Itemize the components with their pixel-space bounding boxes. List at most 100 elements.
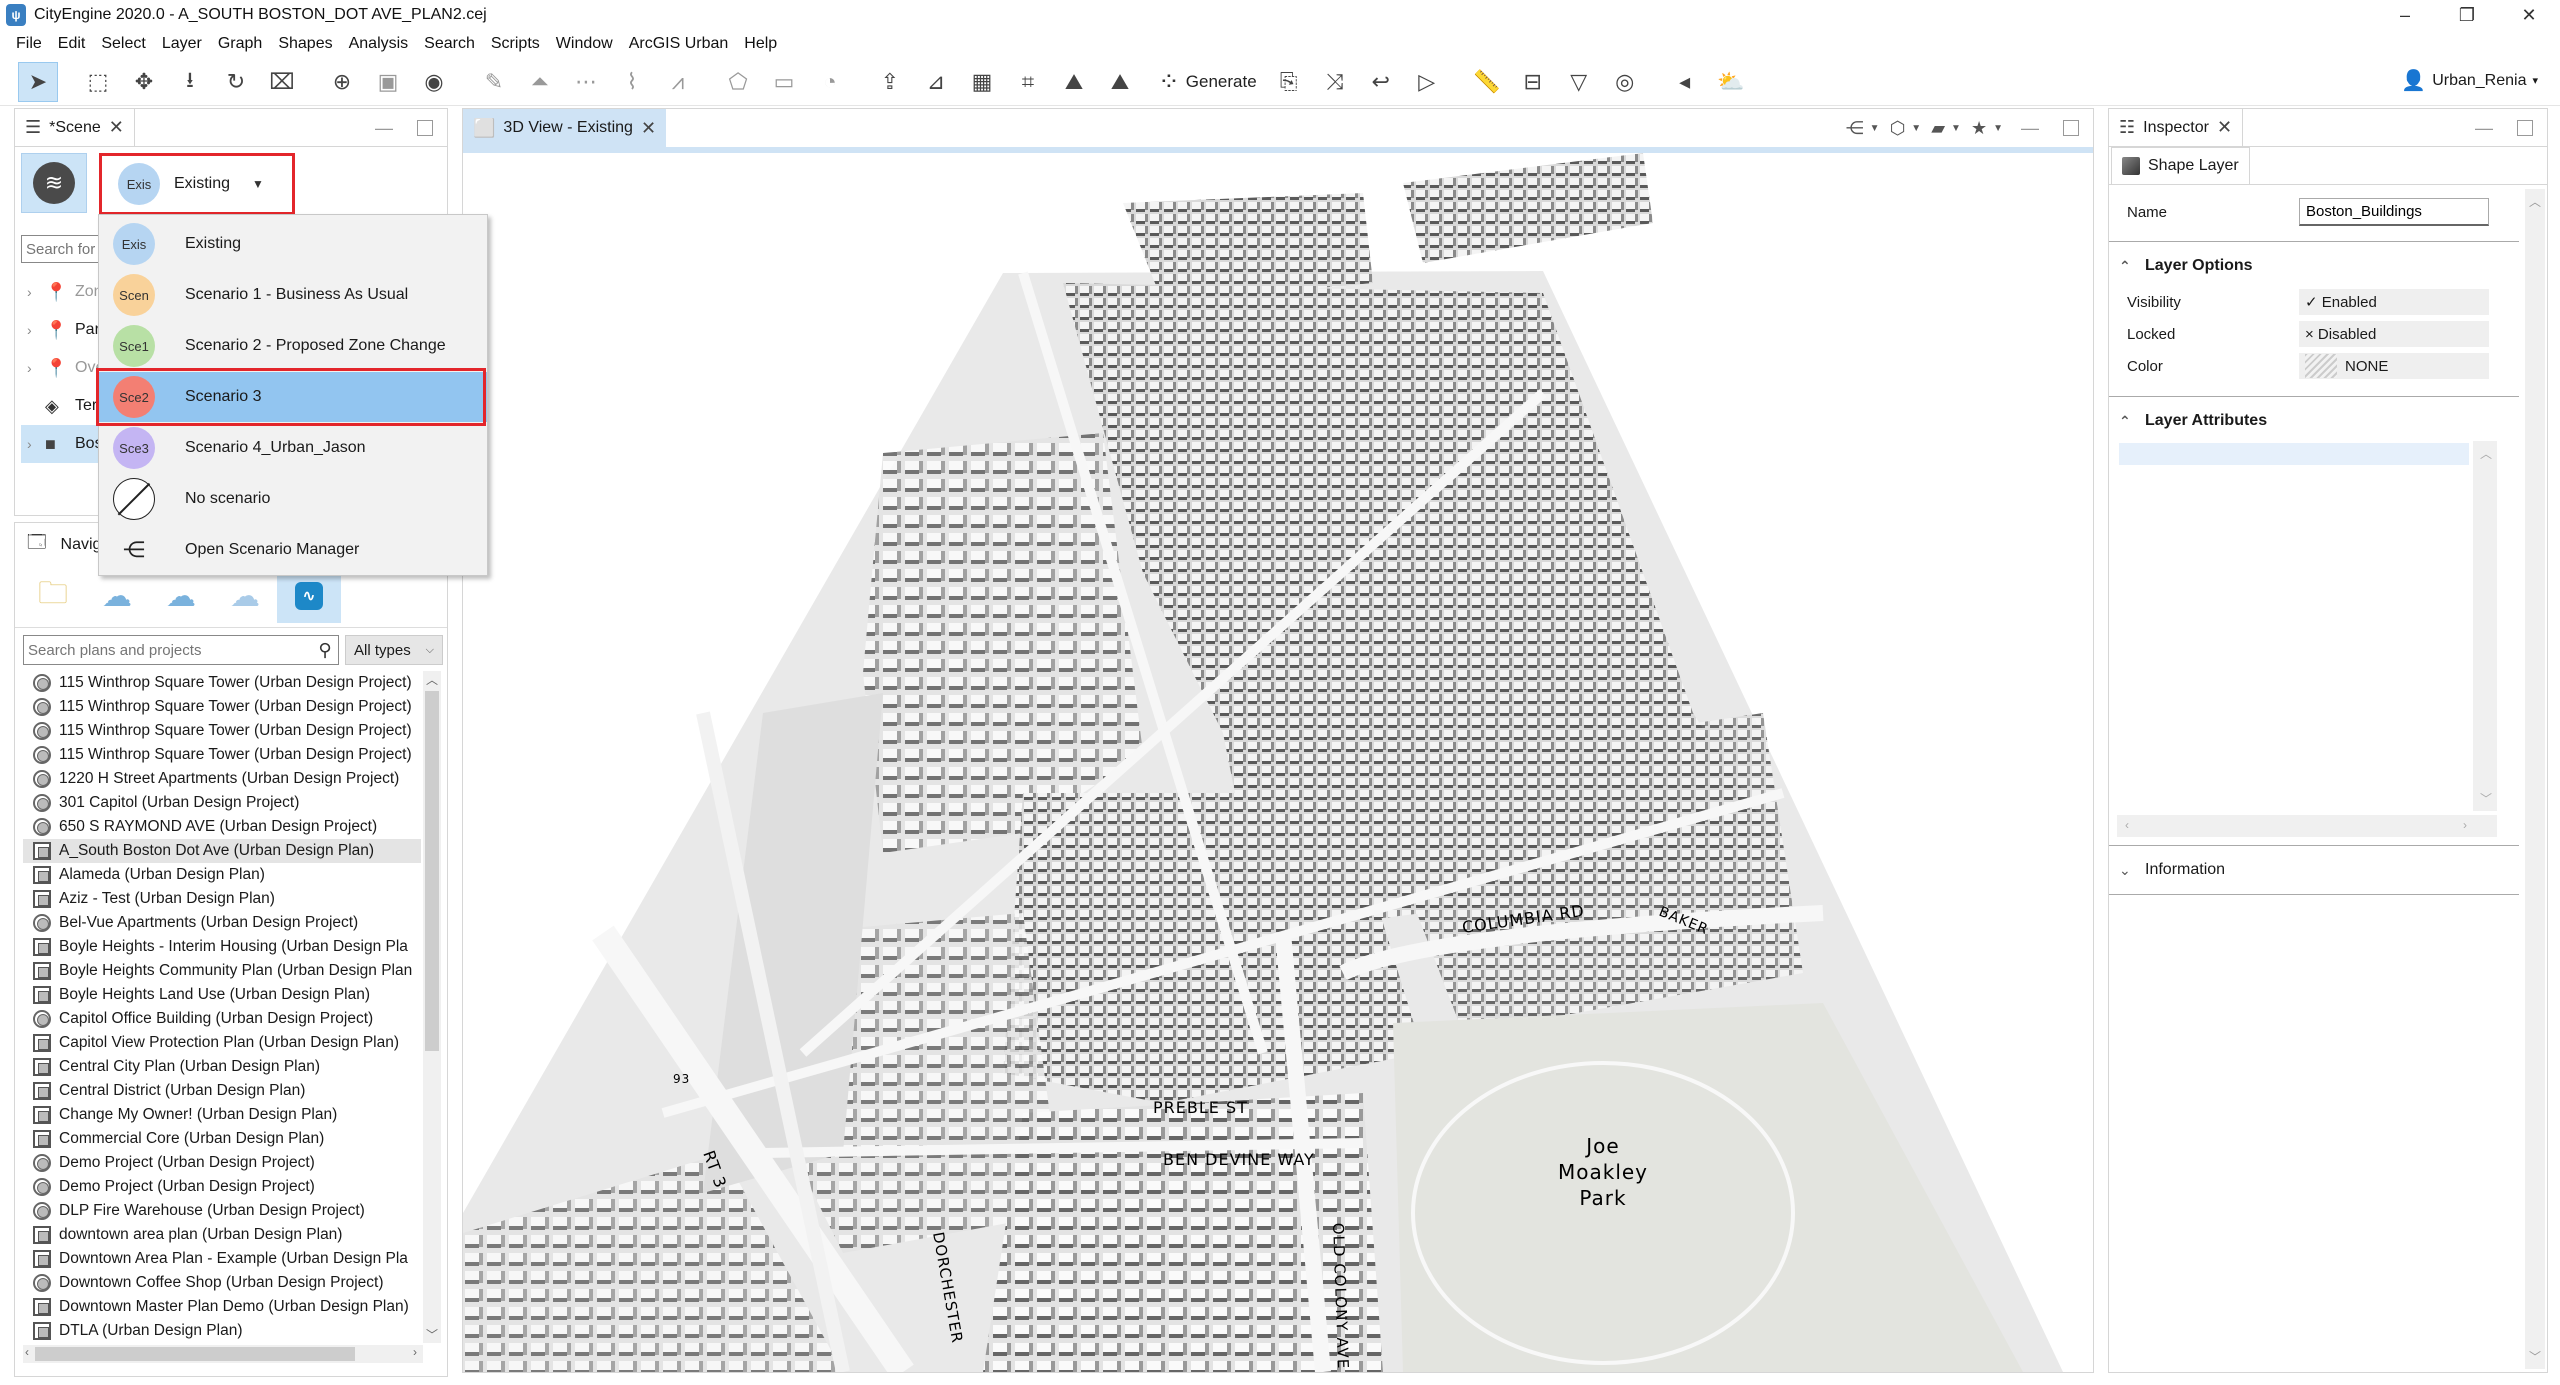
maximize-panel-button[interactable] [417,120,433,136]
menu-select[interactable]: Select [93,35,153,53]
inspector-scrollbar[interactable]: ︿ ﹀ [2525,189,2545,1369]
favorites-menu-button[interactable]: ★ ▼ [1971,118,2003,139]
scenario-option[interactable]: Exis Existing [99,219,487,269]
plan-list-item[interactable]: Capitol Office Building (Urban Design Pr… [23,1007,421,1031]
visibility-tool-button[interactable]: ◎ [1605,62,1645,102]
camera-menu-button[interactable]: ▰ ▼ [1931,118,1961,139]
menu-scripts[interactable]: Scripts [483,35,548,53]
polygon-street-tool-button[interactable]: ✎ [474,62,514,102]
information-header[interactable]: ⌄ Information [2109,850,2519,890]
light-settings-tool-button[interactable]: ⛅ [1711,62,1751,102]
menu-help[interactable]: Help [736,35,785,53]
circle-shape-tool-button[interactable]: ◔ [810,62,850,102]
tab-shape-layer[interactable]: Shape Layer [2111,147,2250,184]
drop-tool-button[interactable]: ⭳ [170,62,210,102]
plan-list-item[interactable]: 115 Winthrop Square Tower (Urban Design … [23,719,421,743]
plan-list-item[interactable]: Boyle Heights Community Plan (Urban Desi… [23,959,421,983]
restore-button[interactable]: ❐ [2436,0,2498,30]
navigator-tab-label[interactable]: Navig [61,536,102,554]
arcgis-urban-button[interactable]: ∿ [277,569,341,623]
frame-tool-button[interactable]: ⬚ [78,62,118,102]
attribute-row-selected[interactable] [2119,443,2469,465]
scrollbar-thumb[interactable] [35,1347,355,1361]
plan-list-item[interactable]: DTLA (Urban Design Plan) [23,1319,421,1343]
select-tool-button[interactable]: ➤ [18,61,58,102]
plan-list-item[interactable]: DLP Fire Warehouse (Urban Design Project… [23,1199,421,1223]
close-icon[interactable]: ✕ [641,118,656,139]
menu-shapes[interactable]: Shapes [270,35,340,53]
maximize-panel-button[interactable] [2517,120,2533,136]
texture-tool-button[interactable]: ▦ [962,62,1002,102]
plan-list-item[interactable]: Downtown Master Plan Demo (Urban Design … [23,1295,421,1319]
orbit-tool-button[interactable]: ⊕ [322,62,362,102]
plan-list-item[interactable]: 301 Capitol (Urban Design Project) [23,791,421,815]
plan-list-item[interactable]: Downtown Area Plan - Example (Urban Desi… [23,1247,421,1271]
street-split-tool-button[interactable]: ⋯ [566,62,606,102]
menu-layer[interactable]: Layer [154,35,210,53]
scroll-down-icon[interactable]: ﹀ [2480,790,2492,807]
move-tool-button[interactable]: ✥ [124,62,164,102]
layer-attributes-table[interactable]: ︿ ﹀ ‹ › [2117,441,2497,837]
tab-3d-view[interactable]: ⬜ 3D View - Existing ✕ [463,109,667,147]
layer-options-header[interactable]: ⌃ Layer Options [2109,246,2519,286]
plan-list-item[interactable]: 650 S RAYMOND AVE (Urban Design Project) [23,815,421,839]
menu-graph[interactable]: Graph [210,35,270,53]
viewshed-tool-button[interactable]: ◂ [1665,62,1705,102]
street-terrain-tool-button[interactable]: ⩘ [658,62,698,102]
chevron-right-icon[interactable]: › [27,322,45,338]
measure-angle-tool-button[interactable]: ⊿ [916,62,956,102]
align-tool-button[interactable]: ▣ [368,62,408,102]
plan-list-item[interactable]: Change My Owner! (Urban Design Plan) [23,1103,421,1127]
layer-name-input[interactable] [2299,198,2489,226]
horizontal-scrollbar[interactable]: ‹ › [2117,815,2497,837]
scale-tool-button[interactable]: ⌧ [262,62,302,102]
group-content-button[interactable]: ☁ [149,569,213,623]
scroll-right-icon[interactable]: › [413,1345,417,1359]
vertical-scrollbar[interactable]: ︿ ﹀ [423,671,441,1343]
plan-list-item[interactable]: 115 Winthrop Square Tower (Urban Design … [23,671,421,695]
align-terrain-tool-button[interactable]: ⛰ [1054,62,1094,102]
plan-list-item[interactable]: Boyle Heights - Interim Housing (Urban D… [23,935,421,959]
plan-list-item[interactable]: Boyle Heights Land Use (Urban Design Pla… [23,983,421,1007]
menu-analysis[interactable]: Analysis [341,35,417,53]
menu-window[interactable]: Window [548,35,621,53]
scenario-option[interactable]: Sce1 Scenario 2 - Proposed Zone Change [99,321,487,371]
option-value-toggle[interactable]: ✓ Enabled [2299,289,2489,315]
minimize-panel-button[interactable]: — [2475,118,2493,139]
city-3d-scene[interactable]: COLUMBIA RD BAKER Joe Moakley Park PREBL… [463,153,2093,1372]
plan-list-item[interactable]: downtown area plan (Urban Design Plan) [23,1223,421,1247]
rotate-tool-button[interactable]: ↻ [216,62,256,102]
scroll-up-icon[interactable]: ︿ [423,671,441,688]
scenario-selector[interactable]: Exis Existing ▼ [99,153,295,215]
plan-list-item[interactable]: 115 Winthrop Square Tower (Urban Design … [23,743,421,767]
align-shapes-tool-button[interactable]: ⛰ [1100,62,1140,102]
plan-list-item[interactable]: 115 Winthrop Square Tower (Urban Design … [23,695,421,719]
scenario-option[interactable]: Scen Scenario 1 - Business As Usual [99,270,487,320]
extrude-tool-button[interactable]: ⇪ [870,62,910,102]
vertical-scrollbar[interactable]: ︿ ﹀ [2473,441,2497,811]
minimize-panel-button[interactable]: — [375,118,393,139]
3d-viewport[interactable]: COLUMBIA RD BAKER Joe Moakley Park PREBL… [463,153,2093,1372]
type-filter-dropdown[interactable]: All types ⌵ [345,635,443,665]
generate-button[interactable]: ⁘ Generate [1158,66,1257,97]
street-select-tool-button[interactable]: ⏶ [520,62,560,102]
tab-scene[interactable]: ☰ *Scene ✕ [15,109,135,146]
menu-edit[interactable]: Edit [50,35,94,53]
tab-inspector[interactable]: ☷ Inspector ✕ [2109,109,2244,146]
menu-arcgis-urban[interactable]: ArcGIS Urban [621,35,737,53]
area-ruler-tool-button[interactable]: ⊟ [1513,62,1553,102]
layers-toggle-button[interactable]: ≋ [21,153,87,213]
plan-list-item[interactable]: Alameda (Urban Design Plan) [23,863,421,887]
minimize-panel-button[interactable]: — [2021,118,2039,139]
scroll-down-icon[interactable]: ﹀ [2525,1348,2545,1365]
plan-list-item[interactable]: A_South Boston Dot Ave (Urban Design Pla… [23,839,421,863]
menu-file[interactable]: File [8,35,50,53]
layer-attributes-header[interactable]: ⌃ Layer Attributes [2109,401,2519,441]
close-icon[interactable]: ✕ [109,117,124,138]
user-menu[interactable]: 👤 Urban_Renia ▾ [2401,68,2538,93]
option-value-toggle[interactable]: NONE [2299,353,2489,379]
scroll-up-icon[interactable]: ︿ [2525,193,2545,210]
frame-rotate-tool-button[interactable]: ◉ [414,62,454,102]
plans-search-input[interactable] [24,636,312,664]
portal-button[interactable]: ☁ [213,569,277,623]
